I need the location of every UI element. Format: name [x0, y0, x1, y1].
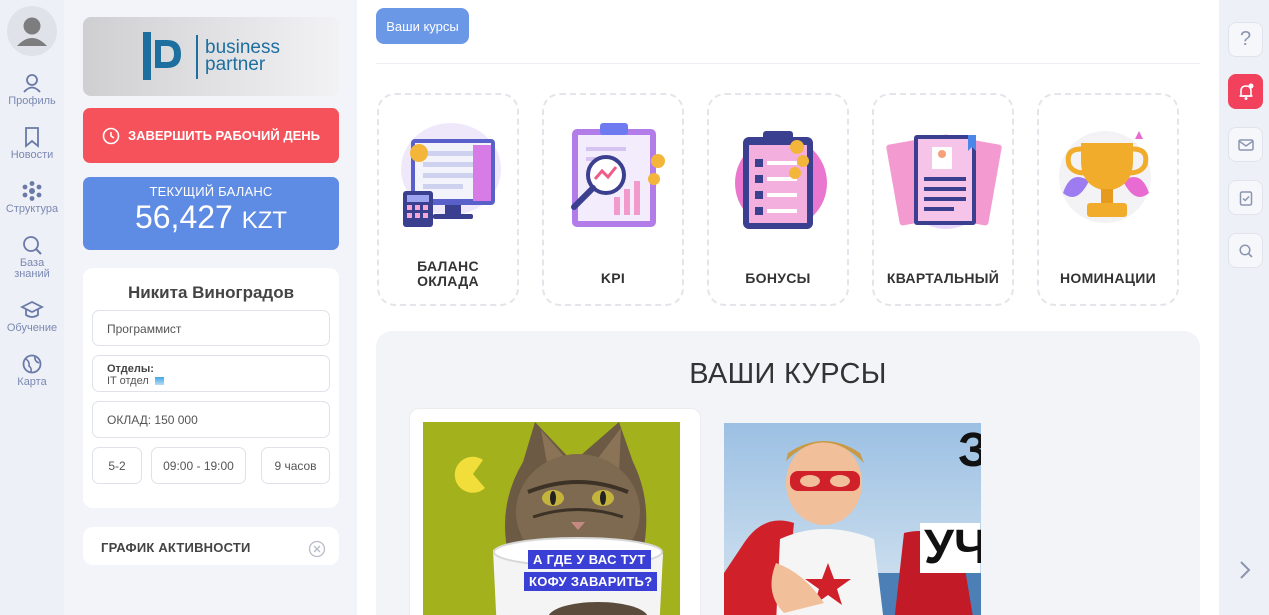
help-icon: ?: [1239, 28, 1252, 50]
tab-your-courses-label: Ваши курсы: [386, 18, 459, 34]
salary-field: ОКЛАД: 150 000: [92, 401, 330, 438]
nav-label-structure: Структура: [5, 203, 59, 215]
tasks-button[interactable]: [1228, 180, 1263, 215]
logo-mark-icon: [143, 32, 181, 80]
hours-range-field: 09:00 - 19:00: [151, 447, 246, 484]
tile-nominations[interactable]: НОМИНАЦИИ: [1037, 93, 1179, 306]
balance-card: ТЕКУЩИЙ БАЛАНС 56,427 KZT: [83, 177, 339, 250]
courses-section: ВАШИ КУРСЫ А ГДЕ У ВАС ТУТ КОФУ ЗАВАРИТЬ…: [376, 331, 1200, 615]
position-field: Программист: [92, 310, 330, 346]
course-thumbnail-superhero[interactable]: З УЧ: [724, 423, 981, 615]
nav-item-profile[interactable]: Профиль: [0, 72, 64, 107]
tile-quarterly[interactable]: КВАРТАЛЬНЫЙ: [872, 93, 1014, 306]
profile-icon: [23, 74, 41, 93]
course-caption-z: З: [958, 424, 981, 477]
company-logo: business partner: [83, 17, 339, 96]
courses-title: ВАШИ КУРСЫ: [689, 358, 887, 390]
departments-field: Отделы: IT отдел: [92, 355, 330, 392]
left-nav: Профиль Новости Структура База знаний Об…: [0, 0, 64, 615]
avatar-icon: [17, 17, 47, 46]
tile-kpi[interactable]: KPI: [542, 93, 684, 306]
course-caption-uch: УЧ: [920, 523, 981, 573]
department-row: IT отдел: [107, 375, 315, 387]
nav-label-map: Карта: [17, 376, 47, 388]
mail-icon: [1237, 138, 1254, 151]
logo-divider: [196, 35, 198, 79]
tile-salary-balance-line2: ОКЛАДА: [417, 273, 479, 289]
tab-your-courses[interactable]: Ваши курсы: [376, 8, 469, 44]
hours-total-field: 9 часов: [261, 447, 330, 484]
help-button[interactable]: ?: [1228, 22, 1263, 57]
tile-bonuses[interactable]: БОНУСЫ: [707, 93, 849, 306]
bell-icon: [1239, 83, 1253, 100]
salary-monitor-icon: [401, 123, 501, 227]
nav-item-map[interactable]: Карта: [0, 353, 64, 388]
hours-range-value: 09:00 - 19:00: [163, 459, 234, 473]
clipboard-check-icon: [1239, 190, 1252, 206]
nav-item-structure[interactable]: Структура: [0, 180, 64, 215]
schedule-value: 5-2: [108, 459, 126, 473]
profile-column: business partner ЗАВЕРШИТЬ РАБОЧИЙ ДЕНЬ …: [64, 0, 357, 615]
nav-label-profile: Профиль: [8, 95, 56, 107]
logo-text: business partner: [205, 38, 280, 75]
notifications-button[interactable]: [1228, 74, 1263, 109]
salary-value: ОКЛАД: 150 000: [107, 413, 198, 427]
tile-salary-balance[interactable]: БАЛАНС ОКЛАДА: [377, 93, 519, 306]
bookmark-icon: [25, 127, 39, 148]
nav-label-news: Новости: [10, 149, 54, 161]
structure-icon: [22, 181, 42, 201]
logo-line2: partner: [205, 54, 266, 75]
hours-total-value: 9 часов: [274, 459, 317, 473]
course-thumbnail-cat: А ГДЕ У ВАС ТУТ КОФУ ЗАВАРИТЬ?: [423, 422, 680, 615]
kpi-chart-icon: [571, 123, 665, 227]
nav-item-knowledge-base[interactable]: База знаний: [0, 234, 64, 280]
close-circle-icon[interactable]: [308, 540, 326, 558]
balance-currency: KZT: [241, 207, 288, 234]
department-value: IT отдел: [107, 375, 149, 387]
tile-nominations-label: НОМИНАЦИИ: [1060, 270, 1156, 286]
balance-amount: 56,427 KZT: [83, 199, 339, 236]
chevron-right-icon[interactable]: [1237, 559, 1253, 581]
right-rail: ?: [1219, 0, 1269, 615]
end-workday-button[interactable]: ЗАВЕРШИТЬ РАБОЧИЙ ДЕНЬ: [83, 108, 339, 163]
end-workday-label: ЗАВЕРШИТЬ РАБОЧИЙ ДЕНЬ: [127, 128, 321, 143]
employee-card: Никита Виноградов Программист Отделы: IT…: [83, 268, 339, 508]
course-caption-line2: КОФУ ЗАВАРИТЬ?: [524, 572, 658, 591]
bonus-clipboard-icon: [735, 131, 827, 229]
header-divider: [376, 63, 1200, 64]
graduation-cap-icon: [20, 300, 44, 318]
balance-value: 56,427: [134, 199, 233, 235]
nav-label-knowledge-base: База знаний: [14, 257, 50, 280]
quarterly-docs-icon: [886, 134, 1002, 229]
nav-item-news[interactable]: Новости: [0, 126, 64, 161]
nav-item-learning[interactable]: Обучение: [0, 299, 64, 334]
balance-title: ТЕКУЩИЙ БАЛАНС: [149, 184, 273, 199]
schedule-field: 5-2: [92, 447, 142, 484]
messages-button[interactable]: [1228, 127, 1263, 162]
departments-label: Отделы:: [107, 363, 154, 375]
tile-salary-balance-line1: БАЛАНС: [417, 258, 479, 274]
search-icon: [23, 236, 42, 255]
department-flag-icon: [154, 377, 164, 385]
activity-title: ГРАФИК АКТИВНОСТИ: [101, 540, 251, 555]
trophy-icon: [1059, 131, 1151, 223]
globe-icon: [22, 354, 42, 374]
clock-icon: [102, 127, 120, 144]
tile-bonuses-label: БОНУСЫ: [745, 270, 811, 286]
search-button[interactable]: [1228, 233, 1263, 268]
activity-chart-panel[interactable]: ГРАФИК АКТИВНОСТИ: [83, 527, 339, 565]
main-content: Ваши курсы БАЛАНС ОКЛАДА KPI БОНУСЫ КВАР…: [357, 0, 1219, 615]
user-avatar[interactable]: [7, 6, 57, 56]
course-caption-line1: А ГДЕ У ВАС ТУТ: [528, 550, 651, 569]
search-icon: [1238, 243, 1253, 258]
superhero-kid-image: [724, 423, 981, 615]
course-card[interactable]: А ГДЕ У ВАС ТУТ КОФУ ЗАВАРИТЬ?: [409, 408, 701, 615]
nav-label-learning: Обучение: [6, 322, 58, 334]
tile-salary-balance-label: БАЛАНС ОКЛАДА: [379, 259, 517, 289]
tile-quarterly-label: КВАРТАЛЬНЫЙ: [886, 270, 1000, 286]
tile-kpi-label: KPI: [600, 270, 626, 286]
position-value: Программист: [107, 322, 182, 336]
employee-name: Никита Виноградов: [127, 283, 295, 302]
